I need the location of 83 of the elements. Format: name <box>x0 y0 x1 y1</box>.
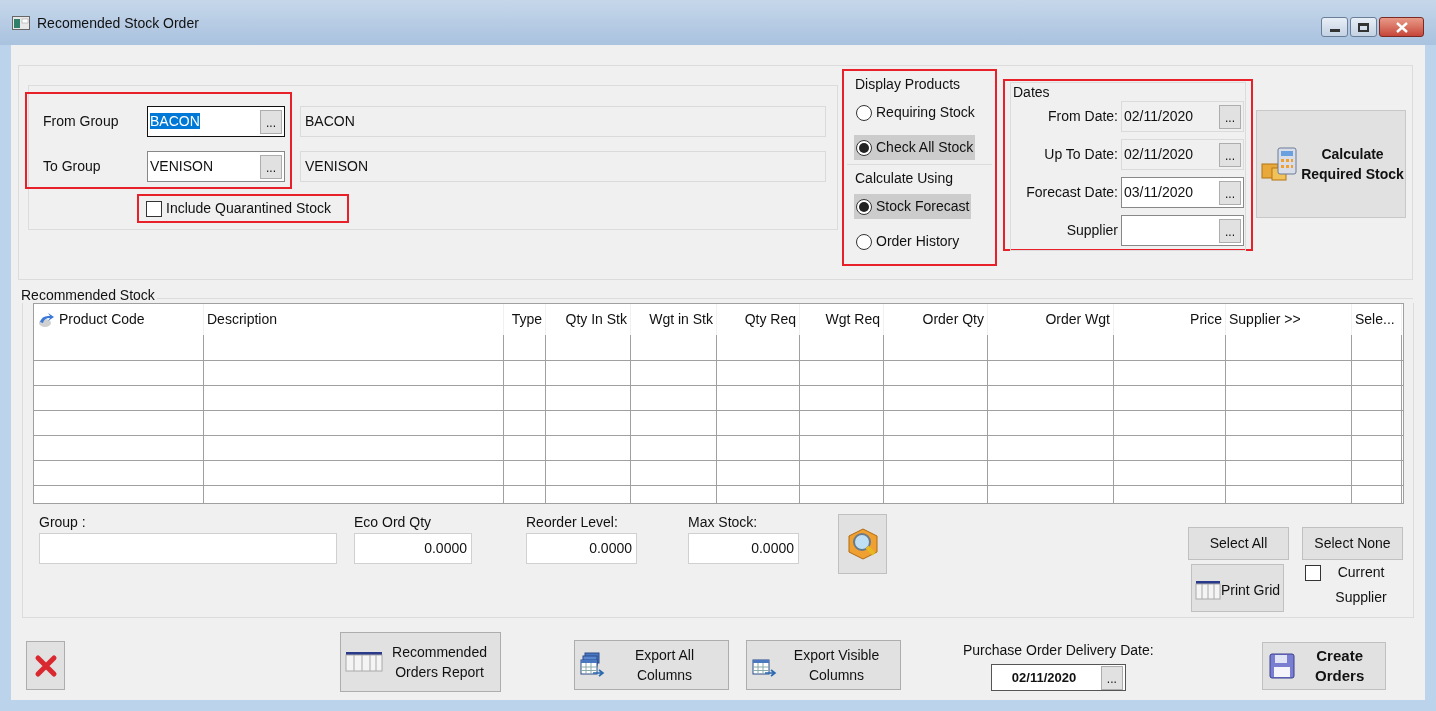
close-icon <box>1395 21 1408 33</box>
cancel-button[interactable] <box>26 641 65 690</box>
browse-button[interactable]: ... <box>260 109 282 134</box>
date-field[interactable]: ... <box>1121 215 1244 246</box>
column-header[interactable]: Qty In Stk <box>546 304 631 335</box>
column-header[interactable]: Order Qty <box>884 304 988 335</box>
detail-field[interactable]: 0.0000 <box>354 533 472 564</box>
select-all-button[interactable]: Select All <box>1188 527 1289 560</box>
column-header[interactable]: Description <box>204 304 504 335</box>
current-supplier-checkbox[interactable]: Current Supplier <box>1305 564 1397 612</box>
detail-field[interactable] <box>39 533 337 564</box>
group-title: Calculate Using <box>854 169 955 188</box>
maximize-button[interactable] <box>1350 17 1377 37</box>
group-field[interactable]: BACON ... <box>147 106 285 137</box>
close-button[interactable] <box>1379 17 1424 37</box>
print-grid-button[interactable]: Print Grid <box>1191 564 1284 612</box>
field-value: 03/11/2020 <box>1124 183 1195 202</box>
radio-option[interactable]: Requiring Stock <box>854 100 977 125</box>
column-header[interactable]: Supplier >> <box>1226 304 1352 335</box>
detail-field[interactable]: 0.0000 <box>526 533 637 564</box>
field-value: 0.0000 <box>424 539 467 558</box>
quarantine-checkbox[interactable]: Include Quarantined Stock <box>146 198 331 219</box>
field-label: Supplier <box>1065 221 1119 240</box>
calculate-button[interactable]: Calculate Required Stock <box>1256 110 1406 218</box>
export-button[interactable]: Export All Columns <box>574 640 729 690</box>
minimize-button[interactable] <box>1321 17 1348 37</box>
column-header[interactable]: Order Wgt <box>988 304 1114 335</box>
group-title: Display Products <box>854 75 962 94</box>
report-button[interactable]: Recommended Orders Report <box>340 632 501 692</box>
lookup-button[interactable] <box>838 514 887 574</box>
column-header[interactable]: Wgt in Stk <box>631 304 717 335</box>
field-label: From Group <box>43 112 120 131</box>
grid-icon <box>1194 580 1221 600</box>
field-value: 0.0000 <box>589 539 632 558</box>
column-header[interactable]: Type <box>504 304 546 335</box>
window-icon <box>12 15 30 30</box>
field-value: 02/11/2020 <box>1124 107 1195 126</box>
checkbox[interactable] <box>1305 565 1321 581</box>
browse-button[interactable]: ... <box>260 154 282 179</box>
field-label: Eco Ord Qty <box>354 513 433 531</box>
field-label: Purchase Order Delivery Date: <box>963 641 1154 660</box>
description-field: VENISON <box>300 151 826 182</box>
radio-option[interactable]: Stock Forecast <box>854 194 972 219</box>
description-field: BACON <box>300 106 826 137</box>
delivery-date-field[interactable]: 02/11/2020 ... <box>990 664 1126 691</box>
browse-button[interactable]: ... <box>1100 665 1123 690</box>
field-value: 0.0000 <box>751 539 794 558</box>
stacked-tables-arrow-icon <box>579 652 605 678</box>
field-label: Up To Date: <box>1043 145 1119 164</box>
radio-option[interactable]: Check All Stock <box>854 135 976 160</box>
detail-field[interactable]: 0.0000 <box>688 533 799 564</box>
field-label: Reorder Level: <box>526 513 619 531</box>
group-field[interactable]: VENISON ... <box>147 151 285 182</box>
section-title: Recommended Stock <box>21 287 155 303</box>
column-header[interactable]: Sele... <box>1352 304 1402 335</box>
date-field[interactable]: 03/11/2020 ... <box>1121 177 1244 208</box>
field-label: Max Stock: <box>688 513 759 531</box>
field-label: Group : <box>39 513 87 531</box>
checkbox[interactable] <box>146 200 162 217</box>
create-orders-button[interactable]: Create Orders <box>1261 642 1386 690</box>
column-header[interactable]: Wgt Req <box>800 304 884 335</box>
browse-button[interactable]: ... <box>1219 218 1241 243</box>
window-title: Recomended Stock Order <box>37 14 199 33</box>
refresh-arrow-icon <box>37 311 55 328</box>
calculator-boxes-icon <box>1260 146 1300 182</box>
browse-button[interactable]: ... <box>1219 180 1241 205</box>
export-button[interactable]: Export Visible Columns <box>746 640 901 690</box>
field-value: 02/11/2020 <box>1124 145 1195 164</box>
column-header[interactable]: Price <box>1114 304 1226 335</box>
column-header[interactable]: Product Code <box>34 304 204 335</box>
column-header[interactable]: Qty Req <box>717 304 800 335</box>
field-label: To Group <box>43 157 102 176</box>
field-label: From Date: <box>1047 107 1119 126</box>
field-value: VENISON <box>150 157 214 176</box>
group-title: Dates <box>1012 83 1051 101</box>
select-none-button[interactable]: Select None <box>1302 527 1403 560</box>
box-magnifier-icon <box>846 527 879 561</box>
report-icon <box>345 651 383 673</box>
field-value: BACON <box>150 112 201 131</box>
field-value: 02/11/2020 <box>1010 668 1078 687</box>
field-label: Forecast Date: <box>1025 183 1119 202</box>
close-icon <box>33 653 58 678</box>
radio-option[interactable]: Order History <box>854 229 962 254</box>
